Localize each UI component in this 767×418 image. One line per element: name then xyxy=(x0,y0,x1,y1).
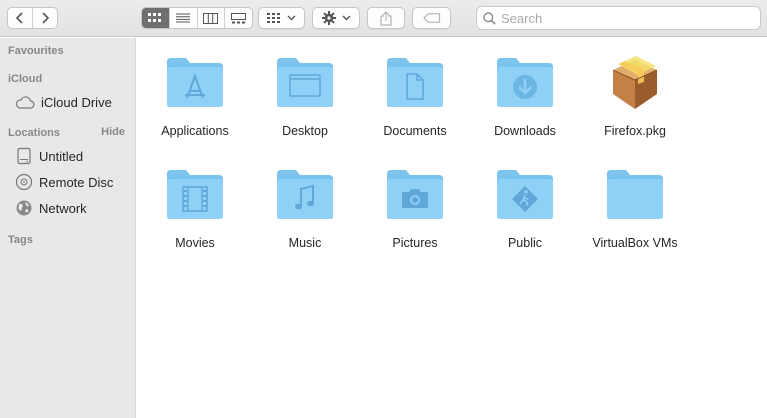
file-item-music[interactable]: Music xyxy=(250,158,360,258)
folder-icon xyxy=(607,170,663,219)
file-item-label: VirtualBox VMs xyxy=(592,236,678,250)
file-item-label: Desktop xyxy=(282,124,328,138)
downloads-folder-icon xyxy=(497,58,553,107)
sidebar-item-label: Untitled xyxy=(39,148,84,164)
sidebar-item-label: Remote Disc xyxy=(39,174,114,190)
search-input[interactable] xyxy=(501,10,741,26)
tag-icon xyxy=(422,13,440,23)
view-switcher xyxy=(141,7,253,29)
gallery-view-icon xyxy=(231,12,247,23)
column-view-icon xyxy=(203,12,219,24)
file-item-label: Pictures xyxy=(392,236,438,250)
file-item-applications[interactable]: Applications xyxy=(140,46,250,146)
file-item-downloads[interactable]: Downloads xyxy=(470,46,580,146)
sidebar-item-label: Network xyxy=(39,200,87,216)
icon-view-icon xyxy=(148,13,162,22)
gallery-view-button[interactable] xyxy=(224,8,252,28)
file-item-label: Firefox.pkg xyxy=(604,124,666,138)
file-item-label: Documents xyxy=(383,124,447,138)
list-view-icon xyxy=(176,13,191,23)
music-folder-icon xyxy=(277,170,333,219)
file-item-label: Music xyxy=(288,236,322,250)
tags-header: Tags xyxy=(8,234,33,246)
chevron-down-icon xyxy=(287,15,296,21)
file-browser: Applications Desktop Documents Downloads xyxy=(137,38,767,418)
sidebar-item-label: iCloud Drive xyxy=(41,94,112,110)
file-item-firefox-pkg[interactable]: Firefox.pkg xyxy=(580,46,690,146)
group-icon xyxy=(267,13,280,23)
locations-hide-link[interactable]: Hide xyxy=(101,126,125,138)
file-item-movies[interactable]: Movies xyxy=(140,158,250,258)
file-item-pictures[interactable]: Pictures xyxy=(360,158,470,258)
public-folder-icon xyxy=(497,170,553,219)
desktop-folder-icon xyxy=(277,58,333,107)
gear-icon xyxy=(321,11,336,25)
file-item-documents[interactable]: Documents xyxy=(360,46,470,146)
search-field[interactable] xyxy=(476,6,761,30)
group-by-button[interactable] xyxy=(258,7,305,29)
sidebar: Favourites iCloud iCloud Drive Locations… xyxy=(0,38,136,418)
column-view-button[interactable] xyxy=(196,8,225,28)
action-menu-button[interactable] xyxy=(312,7,360,29)
icloud-header: iCloud xyxy=(8,73,43,85)
disc-icon xyxy=(15,173,33,191)
disk-icon xyxy=(17,147,31,165)
share-icon xyxy=(380,10,392,26)
share-button[interactable] xyxy=(367,7,405,29)
sidebar-item-remote-disc[interactable]: Remote Disc xyxy=(15,171,113,193)
globe-icon xyxy=(16,200,32,216)
file-item-label: Movies xyxy=(175,236,215,250)
icon-view-button[interactable] xyxy=(142,8,169,28)
file-item-label: Downloads xyxy=(494,124,556,138)
search-icon xyxy=(483,11,496,25)
sidebar-item-network[interactable]: Network xyxy=(15,197,87,219)
back-button[interactable] xyxy=(8,8,32,28)
file-item-label: Public xyxy=(507,236,543,250)
cloud-icon xyxy=(15,95,35,109)
toolbar xyxy=(0,0,767,37)
chevron-left-icon xyxy=(16,12,23,24)
file-item-desktop[interactable]: Desktop xyxy=(250,46,360,146)
file-item-public[interactable]: Public xyxy=(470,158,580,258)
navigation-buttons xyxy=(7,7,58,29)
sidebar-item-icloud-drive[interactable]: iCloud Drive xyxy=(15,91,112,113)
package-icon xyxy=(612,56,658,109)
locations-header: Locations xyxy=(8,127,60,139)
forward-button[interactable] xyxy=(32,8,57,28)
pictures-folder-icon xyxy=(387,170,443,219)
applications-folder-icon xyxy=(167,58,223,107)
file-item-label: Applications xyxy=(161,124,229,138)
list-view-button[interactable] xyxy=(168,8,197,28)
movies-folder-icon xyxy=(167,170,223,219)
tags-button[interactable] xyxy=(412,7,451,29)
favourites-header: Favourites xyxy=(8,45,64,57)
chevron-right-icon xyxy=(42,12,50,24)
chevron-down-icon xyxy=(342,15,350,21)
sidebar-item-untitled[interactable]: Untitled xyxy=(15,145,83,167)
documents-folder-icon xyxy=(387,58,443,107)
file-item-virtualbox-vms[interactable]: VirtualBox VMs xyxy=(580,158,690,258)
